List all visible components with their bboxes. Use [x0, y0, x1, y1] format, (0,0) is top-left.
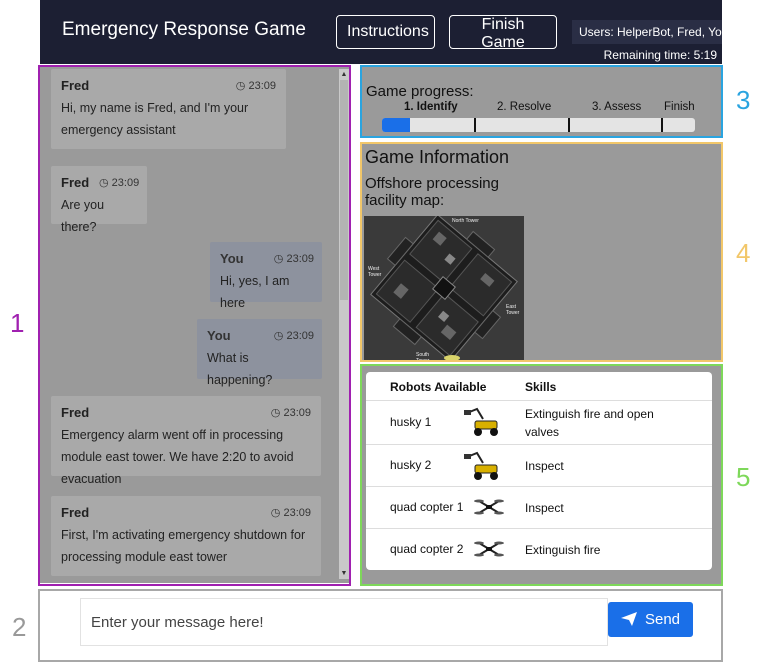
section-number-5: 5	[736, 462, 751, 492]
section-number-3: 3	[736, 85, 751, 115]
instructions-button[interactable]: Instructions	[336, 15, 435, 49]
finish-game-button[interactable]: Finish Game	[449, 15, 557, 51]
section-outline-robots	[360, 364, 723, 586]
users-list: Users: HelperBot, Fred, You	[572, 20, 722, 44]
section-number-4: 4	[736, 238, 751, 268]
app-title: Emergency Response Game	[62, 19, 306, 40]
remaining-time: Remaining time: 5:19	[603, 48, 717, 62]
section-number-2: 2	[12, 612, 27, 642]
section-outline-info	[360, 142, 723, 362]
section-outline-chat	[38, 65, 351, 586]
section-outline-input	[38, 589, 723, 662]
app-header: Emergency Response Game Instructions Fin…	[40, 0, 722, 64]
section-outline-progress	[360, 65, 723, 138]
section-number-1: 1	[10, 308, 25, 338]
